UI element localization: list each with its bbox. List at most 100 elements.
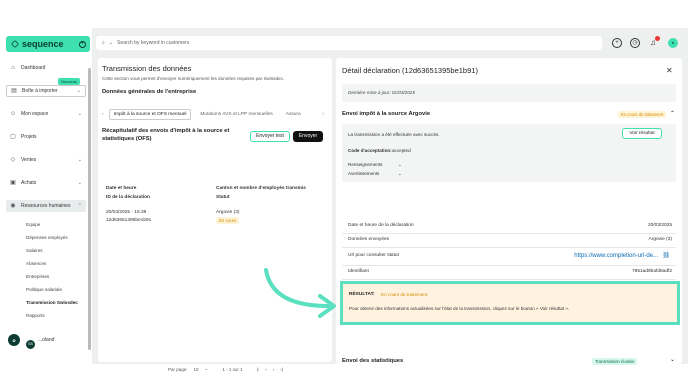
tab-avs-lpp[interactable]: Mutations AVS et LPP mensuelles (196, 110, 276, 119)
sidebar-scrollbar[interactable] (88, 68, 91, 350)
user-initials: SS (26, 340, 35, 349)
last-page-icon[interactable]: ›| (280, 367, 283, 372)
avatar: ✿ (8, 334, 20, 346)
col-header-canton: Canton et nombre d'employés transmis (216, 186, 306, 191)
info-link[interactable]: Renseignements (348, 162, 382, 167)
result-label: RÉSULTAT: (349, 292, 375, 297)
chevron-down-icon[interactable]: ⌄ (205, 366, 209, 372)
divider (342, 265, 676, 266)
hr-item[interactable]: Entreprises (26, 274, 49, 279)
per-page-label: Par page: (168, 366, 188, 372)
chevron-down-icon: ⌄ (77, 180, 82, 186)
send-test-button[interactable]: Envoyer test (250, 131, 290, 142)
cart-icon: ▣ (10, 180, 16, 186)
next-page-icon[interactable]: › (273, 367, 275, 372)
profile-avatar[interactable]: ● (668, 38, 678, 48)
clock-icon[interactable]: ◷ (630, 38, 640, 48)
nav-sales[interactable]: ◇ Ventes ⌄ (6, 154, 86, 166)
folder-icon: ▢ (10, 134, 16, 140)
divider (342, 279, 676, 280)
brand-bar[interactable]: sequence + (6, 36, 90, 52)
chevron-down-icon[interactable]: ⌄ (670, 356, 675, 363)
hr-item[interactable]: Salaires (26, 248, 43, 253)
brand-name: sequence (22, 39, 64, 49)
divider (342, 233, 676, 234)
people-icon: ◉ (10, 203, 16, 209)
user-profile[interactable]: ✿ SS ...oland (8, 334, 55, 349)
hr-item[interactable]: Politique salariale (26, 287, 62, 292)
result-callout: RÉSULTAT: En cours de traitement Pour ob… (340, 281, 680, 325)
warnings-link[interactable]: Avertissements (348, 171, 379, 176)
sequence-logo-icon (11, 40, 19, 48)
per-page-select[interactable]: 10 (194, 367, 199, 372)
chevron-down-icon[interactable]: ⌄ (398, 171, 402, 177)
result-message: Pour obtenir des informations actualisée… (349, 306, 570, 311)
topbar: ⌕ ⌄ Search by keyword in customers + ◷ ♫… (92, 36, 688, 52)
status-url-link[interactable]: https://www.completion-url-de... (574, 253, 658, 259)
sidebar: sequence + ⌂ Dashboard ▤ Boîte à importer ⌄… (0, 28, 92, 364)
nav-hr[interactable]: ◉ Ressources humaines ⌃ (6, 200, 86, 212)
accept-value: accepted (392, 148, 411, 153)
row-date[interactable]: 20/03/2025 - 15:39 (106, 210, 146, 215)
last-updated: Dernière mise à jour: 01/03/2025 (342, 84, 676, 102)
hr-item[interactable]: Absences (26, 261, 46, 266)
link-icon[interactable]: ⛓ (662, 252, 670, 259)
nav-inbox[interactable]: ▤ Boîte à importer ⌄ (6, 85, 86, 97)
first-page-icon[interactable]: |‹ (257, 367, 260, 372)
search-input[interactable]: Search by keyword in customers (117, 40, 189, 46)
nav-dashboard[interactable]: ⌂ Dashboard (6, 62, 86, 74)
new-badge: Nouveau (58, 78, 81, 85)
nav-label: Boîte à importer (22, 88, 58, 94)
recap-title: Récapitulatif des envois d'impôt à la so… (102, 128, 230, 142)
chevron-right-icon[interactable]: › (322, 112, 324, 117)
status-badge: Transmission réussie (592, 358, 638, 365)
search-bar[interactable]: ⌕ ⌄ Search by keyword in customers (96, 36, 602, 50)
app-window: sequence + ⌂ Dashboard ▤ Boîte à importer ⌄… (0, 28, 688, 372)
tab-insurance[interactable]: Assura (282, 110, 305, 119)
detail-label: Identifiant (348, 269, 369, 274)
detail-label: Date et heure de la déclaration (348, 223, 414, 228)
status-badge: En cours de traitement (618, 111, 667, 118)
col-header-date: Date et heure (106, 186, 137, 191)
user-icon: ☺ (10, 111, 17, 117)
tab-source-tax[interactable]: Impôt à la source et OFS mensuel (108, 108, 192, 120)
hr-item[interactable]: Equipe (26, 222, 40, 227)
nav-label: Mon espace (21, 111, 49, 117)
chevron-down-icon: ⌄ (77, 111, 82, 117)
nav-label: Ressources humaines (21, 203, 71, 209)
chevron-down-icon: ⌄ (108, 40, 114, 46)
view-result-button[interactable]: Voir résultat (622, 128, 662, 139)
section-source-tax[interactable]: Envoi impôt à la source Argovie (342, 111, 430, 117)
detail-value: Argovie (3) (648, 237, 672, 242)
divider (342, 247, 676, 248)
row-id[interactable]: 12d63651395be1b91 (106, 218, 151, 223)
detail-value: 20/03/2025 (647, 223, 672, 228)
send-button[interactable]: Envoyer (293, 131, 323, 142)
close-icon[interactable]: ✕ (666, 66, 673, 75)
nav-label: Dashboard (21, 65, 46, 71)
nav-projects[interactable]: ▢ Projets (6, 131, 86, 143)
nav-label: Ventes (21, 157, 37, 163)
hr-item[interactable]: Rapports (26, 313, 45, 318)
chevron-left-icon[interactable]: ‹ (102, 112, 104, 117)
add-icon[interactable]: + (79, 40, 86, 48)
detail-label: Url pour consulter statut (348, 253, 399, 258)
nav-purchases[interactable]: ▣ Achats ⌄ (6, 177, 86, 189)
hr-item-swissdec[interactable]: Transmission Swissdec (26, 300, 78, 305)
prev-page-icon[interactable]: ‹ (265, 367, 267, 372)
detail-label: Données envoyées (348, 237, 390, 242)
user-name: ...oland (38, 337, 55, 343)
nav-my-space[interactable]: ☺ Mon espace ⌄ (6, 108, 86, 120)
detail-value: 7851ad9bafd8adf2 (631, 269, 672, 274)
col-header-id: ID de la déclaration (106, 195, 150, 200)
detail-title: Détail déclaration (12d63651395be1b91) (342, 66, 478, 75)
hr-item[interactable]: Dépenses employés (26, 235, 68, 240)
chevron-down-icon: ⌄ (77, 157, 82, 163)
result-status: En cours de traitement (381, 292, 428, 297)
chevron-up-icon[interactable]: ⌃ (670, 110, 675, 117)
section-statistics[interactable]: Envoi des statistiques (342, 358, 403, 364)
highlight-arrow-icon (264, 268, 336, 318)
chevron-down-icon[interactable]: ⌄ (398, 162, 402, 168)
add-circle-icon[interactable]: + (612, 38, 622, 48)
notification-dot (655, 36, 660, 41)
